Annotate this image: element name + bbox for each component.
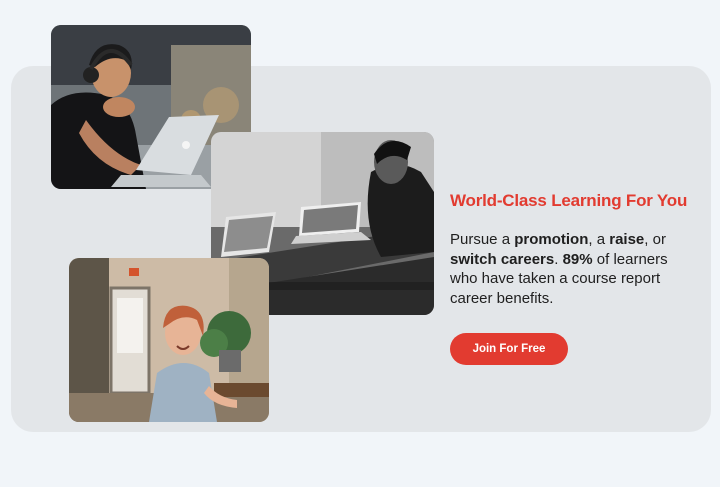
description-emphasis: raise [609,231,645,248]
join-for-free-button[interactable]: Join For Free [450,333,568,365]
smiling-woman-cafe-photo [69,258,269,422]
description-text: , a [588,231,610,248]
description-text: , or [644,231,666,248]
section-heading: World-Class Learning For You [450,191,688,210]
description-emphasis: switch careers [450,250,555,268]
description-emphasis: 89% [562,250,593,268]
section-description: Pursue a promotion, a raise, or switch c… [450,230,690,308]
description-text: . [554,250,563,268]
description-emphasis: promotion [514,231,589,248]
description-text: Pursue a [450,231,515,248]
